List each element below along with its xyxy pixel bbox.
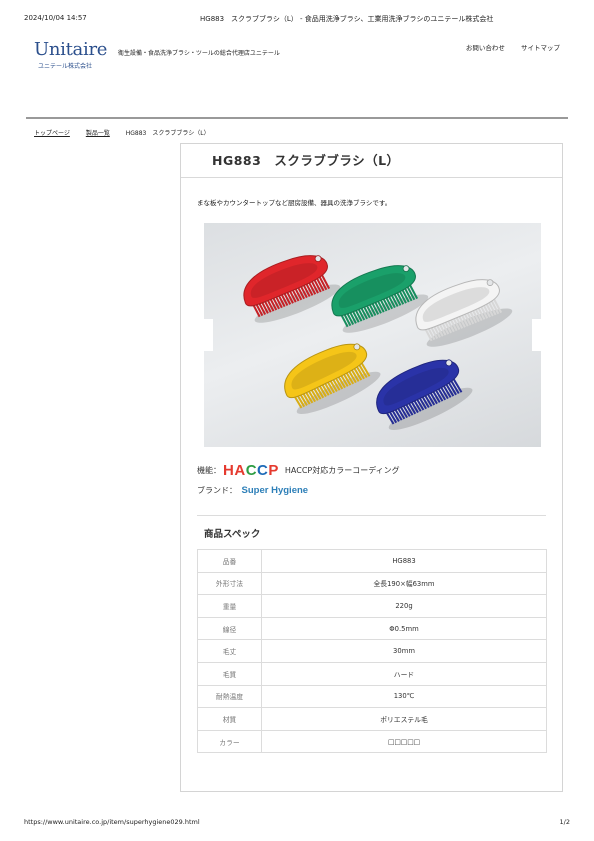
- spec-label: 線径: [197, 616, 262, 641]
- brushes-illustration: [243, 255, 513, 430]
- top-links: お問い合わせ サイトマップ: [452, 42, 560, 52]
- breadcrumb: トップページ 製品一覧 HG883 スクラブブラシ（L）: [34, 128, 210, 137]
- brand-name[interactable]: Super Hygiene: [242, 485, 309, 496]
- spec-label: カラー: [197, 729, 262, 754]
- product-photo: [204, 223, 541, 447]
- haccp-letter: A: [234, 462, 246, 479]
- breadcrumb-current: HG883 スクラブブラシ（L）: [125, 130, 210, 137]
- spec-label: 耐熱温度: [197, 684, 262, 709]
- print-footer: https://www.unitaire.co.jp/item/superhyg…: [24, 818, 570, 826]
- contact-link[interactable]: お問い合わせ: [466, 44, 505, 52]
- feature-text: HACCP対応カラーコーディング: [284, 466, 400, 475]
- print-date: 2024/10/04 14:57: [24, 14, 87, 22]
- photo-prev-button[interactable]: [204, 319, 213, 351]
- brush-white: [415, 279, 513, 347]
- table-row: 線径 Φ0.5mm: [197, 616, 547, 641]
- header-divider: [26, 117, 568, 119]
- print-page-number: 1/2: [559, 818, 570, 826]
- logo-company-name: ユニテール株式会社: [38, 63, 93, 70]
- spec-value: 全長190×幅63mm: [261, 571, 547, 596]
- print-page-title: HG883 スクラブブラシ（L） - 食品用洗浄ブラシ、工業用洗浄ブラシのユニテ…: [200, 15, 494, 23]
- product-title: HG883 スクラブブラシ（L）: [181, 144, 562, 178]
- brush-red: [243, 255, 341, 323]
- spec-table: 品番 HG883 外形寸法 全長190×幅63mm 重量 220g 線径 Φ0.5mm …: [197, 549, 547, 754]
- feature-row: 機能： HACCP HACCP対応カラーコーディング: [197, 462, 400, 479]
- breadcrumb-home-link[interactable]: トップページ: [34, 130, 70, 137]
- feature-label: 機能：: [197, 466, 221, 475]
- spec-value: HG883: [261, 549, 547, 573]
- haccp-logo: HACCP: [223, 462, 279, 479]
- print-header: 2024/10/04 14:57 HG883 スクラブブラシ（L） - 食品用洗…: [24, 14, 570, 26]
- logo-wordmark: Unitaire: [34, 39, 108, 60]
- haccp-letter: C: [257, 462, 269, 479]
- haccp-letter: C: [245, 462, 258, 479]
- breadcrumb-products-link[interactable]: 製品一覧: [86, 130, 110, 137]
- sitemap-link[interactable]: サイトマップ: [521, 44, 560, 52]
- product-panel: HG883 スクラブブラシ（L） まな板やカウンタートップなど厨房設備、器具の洗…: [180, 143, 563, 792]
- spec-value: Φ0.5mm: [261, 616, 547, 641]
- haccp-letter: H: [223, 462, 235, 479]
- table-row: 毛質 ハード: [197, 661, 547, 686]
- product-description: まな板やカウンタートップなど厨房設備、器具の洗浄ブラシです。: [197, 199, 392, 207]
- table-row: 毛丈 30mm: [197, 639, 547, 663]
- spec-label: 毛質: [197, 661, 262, 686]
- table-row: 外形寸法 全長190×幅63mm: [197, 571, 547, 596]
- brand-label: ブランド：: [197, 486, 237, 495]
- haccp-letter: P: [268, 462, 279, 479]
- print-url: https://www.unitaire.co.jp/item/superhyg…: [24, 818, 200, 826]
- spec-value: ポリエステル毛: [261, 707, 547, 731]
- site-logo[interactable]: Unitaire ユニテール株式会社: [34, 39, 108, 71]
- spec-value: 220g: [261, 594, 547, 618]
- table-row: 重量 220g: [197, 594, 547, 618]
- brand-row: ブランド： Super Hygiene: [197, 485, 308, 496]
- photo-next-button[interactable]: [532, 319, 541, 351]
- spec-value: ハード: [261, 661, 547, 686]
- table-row: 耐熱温度 130℃: [197, 684, 547, 709]
- table-row: 材質 ポリエステル毛: [197, 707, 547, 731]
- spec-heading: 商品スペック: [204, 529, 261, 540]
- spec-value: 30mm: [261, 639, 547, 663]
- spec-value: □□□□□: [261, 729, 547, 754]
- brush-blue: [376, 359, 473, 430]
- brush-yellow: [284, 343, 381, 414]
- table-row: 品番 HG883: [197, 549, 547, 573]
- spec-label: 品番: [197, 549, 262, 573]
- spec-label: 毛丈: [197, 639, 262, 663]
- site-tagline: 衛生設備・食品洗浄ブラシ・ツールの総合代理店ユニテール: [118, 50, 280, 57]
- spec-separator: [197, 515, 546, 516]
- spec-value: 130℃: [261, 684, 547, 709]
- spec-label: 重量: [197, 594, 262, 618]
- brush-green: [331, 265, 429, 333]
- spec-label: 材質: [197, 707, 262, 731]
- spec-label: 外形寸法: [197, 571, 262, 596]
- table-row: カラー □□□□□: [197, 729, 547, 754]
